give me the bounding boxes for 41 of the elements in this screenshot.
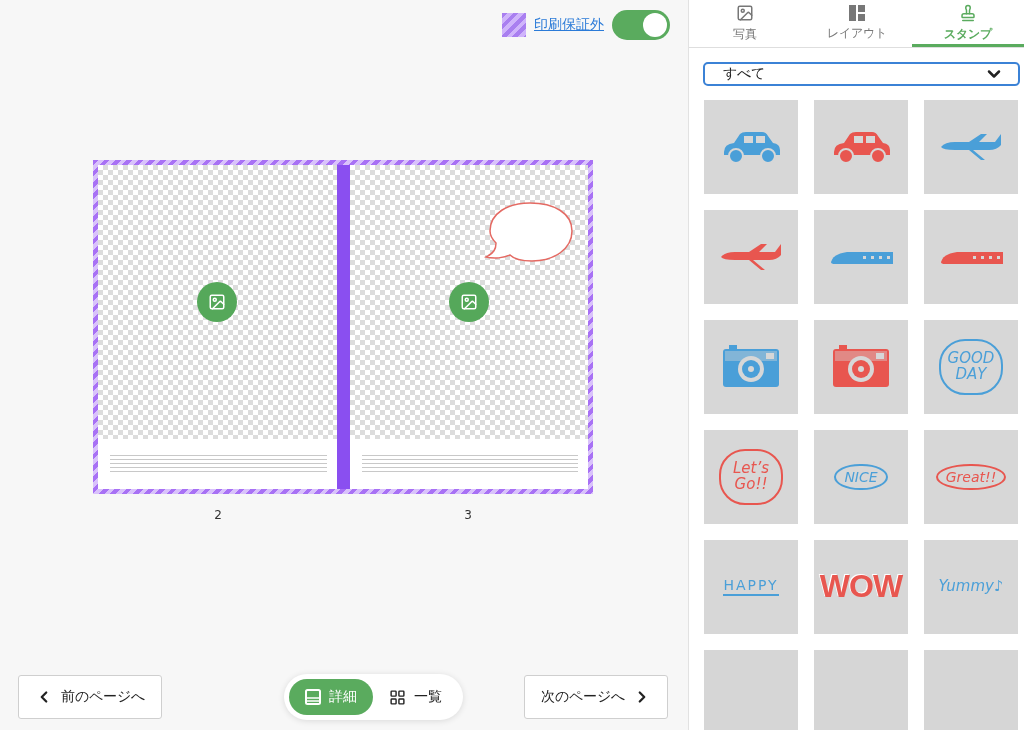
view-mode-button[interactable]: 詳細 xyxy=(288,679,373,715)
stamp-tile[interactable]: Let’s Go!! xyxy=(704,430,798,524)
add-photo-button[interactable] xyxy=(448,282,489,322)
camera-icon xyxy=(721,345,781,389)
view-mode-button[interactable]: 一覧 xyxy=(372,679,458,715)
page-number: 3 xyxy=(463,508,473,522)
detail-view-icon xyxy=(304,689,321,705)
stamp-tile[interactable]: NICE xyxy=(814,430,908,524)
layout-icon xyxy=(848,5,865,21)
add-photo-button[interactable] xyxy=(197,282,238,322)
image-icon xyxy=(208,293,227,311)
stamp-tile[interactable] xyxy=(814,320,908,414)
hatch-swatch xyxy=(502,13,526,37)
stamp-tile[interactable] xyxy=(704,320,798,414)
stamp-tile[interactable] xyxy=(814,650,908,730)
print-guarantee-link[interactable]: 印刷保証外 xyxy=(534,16,604,34)
airplane-icon xyxy=(719,242,783,272)
stamp-tile[interactable]: GOOD DAY xyxy=(924,320,1018,414)
stamp-tile[interactable] xyxy=(814,100,908,194)
toggle-switch[interactable] xyxy=(612,10,670,40)
stamp-tile[interactable]: HAPPY xyxy=(704,540,798,634)
image-icon xyxy=(735,4,754,22)
stamp-tile[interactable] xyxy=(814,210,908,304)
previous-page-button[interactable]: 前のページへ xyxy=(18,675,162,719)
stamp-tile[interactable] xyxy=(704,210,798,304)
page-number: 2 xyxy=(213,508,223,522)
stamp-tile[interactable]: WOW xyxy=(814,540,908,634)
category-dropdown[interactable]: すべて xyxy=(703,62,1020,86)
next-page-button[interactable]: 次のページへ xyxy=(524,675,668,719)
stamp-tile[interactable] xyxy=(704,650,798,730)
stamp-tile[interactable] xyxy=(924,210,1018,304)
stamp-tile[interactable] xyxy=(924,650,1018,730)
airplane-icon xyxy=(939,132,1003,162)
stamp-tile[interactable]: Yummy♪ xyxy=(924,540,1018,634)
stamp-tile[interactable]: Great!! xyxy=(924,430,1018,524)
stamp-icon xyxy=(959,4,978,22)
stamp-tile[interactable] xyxy=(704,100,798,194)
image-icon xyxy=(459,293,478,311)
camera-icon xyxy=(831,345,891,389)
grid-view-icon xyxy=(388,688,406,706)
stamp-tile[interactable] xyxy=(924,100,1018,194)
